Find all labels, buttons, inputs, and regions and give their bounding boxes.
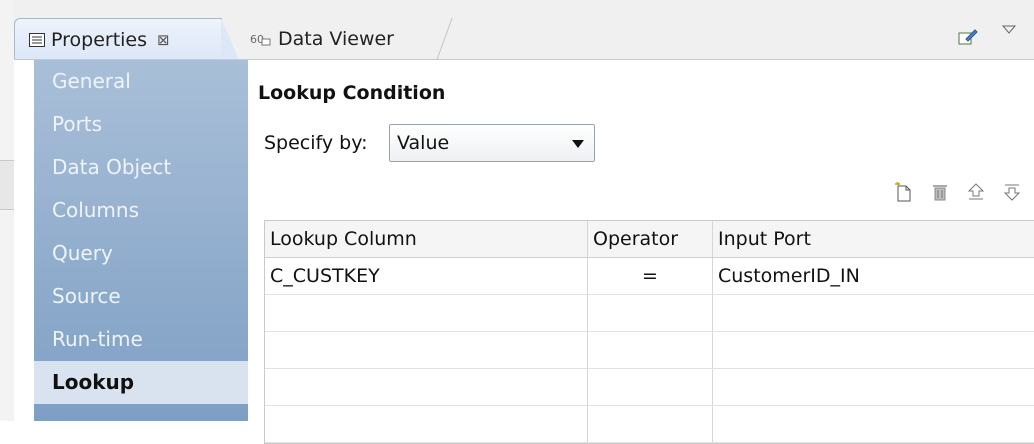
cell-operator[interactable] (588, 369, 713, 406)
properties-icon (29, 33, 45, 47)
dropdown-arrow-icon (572, 140, 584, 148)
cell-input-port[interactable] (713, 332, 1034, 369)
tab-properties[interactable]: Properties ⊠ (14, 18, 222, 60)
cell-operator[interactable] (588, 332, 713, 369)
nav-item-source[interactable]: Source (34, 275, 248, 318)
tab-bar: Properties ⊠ 60 Data Viewer (14, 0, 1034, 60)
collapsed-panel-handle[interactable] (0, 160, 14, 210)
view-toolbar (944, 18, 1034, 60)
cell-lookup-column[interactable]: C_CUSTKEY (265, 258, 588, 295)
column-header-operator[interactable]: Operator (588, 221, 713, 258)
table-row[interactable] (265, 332, 1034, 369)
cell-lookup-column[interactable] (265, 332, 588, 369)
delete-icon[interactable] (929, 180, 951, 204)
view-menu-icon[interactable] (1002, 24, 1016, 39)
table-header-row: Lookup Column Operator Input Port (265, 221, 1034, 258)
cell-operator[interactable]: = (588, 258, 713, 295)
cell-lookup-column[interactable] (265, 406, 588, 443)
cell-operator[interactable] (588, 295, 713, 332)
move-up-icon[interactable] (965, 180, 987, 204)
nav-item-columns[interactable]: Columns (34, 189, 248, 232)
table-row[interactable] (265, 406, 1034, 443)
specify-by-label: Specify by: (264, 132, 368, 154)
table-toolbar (893, 180, 1023, 210)
lookup-content: Lookup Condition Specify by: Value (248, 60, 1034, 421)
nav-item-data-object[interactable]: Data Object (34, 146, 248, 189)
cell-lookup-column[interactable] (265, 369, 588, 406)
tab-data-viewer[interactable]: 60 Data Viewer (238, 18, 446, 60)
nav-item-lookup[interactable]: Lookup (34, 361, 248, 404)
data-viewer-icon: 60 (250, 31, 272, 47)
table-row[interactable] (265, 295, 1034, 332)
properties-panel: Properties ⊠ 60 Data Viewer General Port… (14, 0, 1034, 421)
tab-properties-label: Properties (51, 29, 147, 51)
cell-input-port[interactable] (713, 369, 1034, 406)
nav-item-run-time[interactable]: Run-time (34, 318, 248, 361)
table-row[interactable] (265, 369, 1034, 406)
cell-operator[interactable] (588, 406, 713, 443)
nav-item-query[interactable]: Query (34, 232, 248, 275)
outer-left-edge (0, 0, 15, 421)
lookup-condition-table: Lookup Column Operator Input Port C_CUST… (264, 220, 1034, 444)
cell-lookup-column[interactable] (265, 295, 588, 332)
table-row[interactable]: C_CUSTKEY = CustomerID_IN (265, 258, 1034, 295)
nav-item-general[interactable]: General (34, 60, 248, 103)
cell-input-port[interactable] (713, 295, 1034, 332)
column-header-input-port[interactable]: Input Port (713, 221, 1034, 258)
specify-by-dropdown[interactable]: Value (389, 124, 595, 162)
close-tab-icon[interactable]: ⊠ (157, 31, 170, 49)
nav-item-ports[interactable]: Ports (34, 103, 248, 146)
cell-input-port[interactable] (713, 406, 1034, 443)
specify-by-value: Value (397, 132, 449, 154)
new-row-icon[interactable] (893, 180, 915, 204)
section-nav: General Ports Data Object Columns Query … (34, 60, 248, 421)
edit-icon[interactable] (958, 28, 978, 50)
tab-data-viewer-label: Data Viewer (278, 28, 394, 50)
section-title: Lookup Condition (258, 82, 445, 104)
cell-input-port[interactable]: CustomerID_IN (713, 258, 1034, 295)
move-down-icon[interactable] (1001, 180, 1023, 204)
column-header-lookup-column[interactable]: Lookup Column (265, 221, 588, 258)
